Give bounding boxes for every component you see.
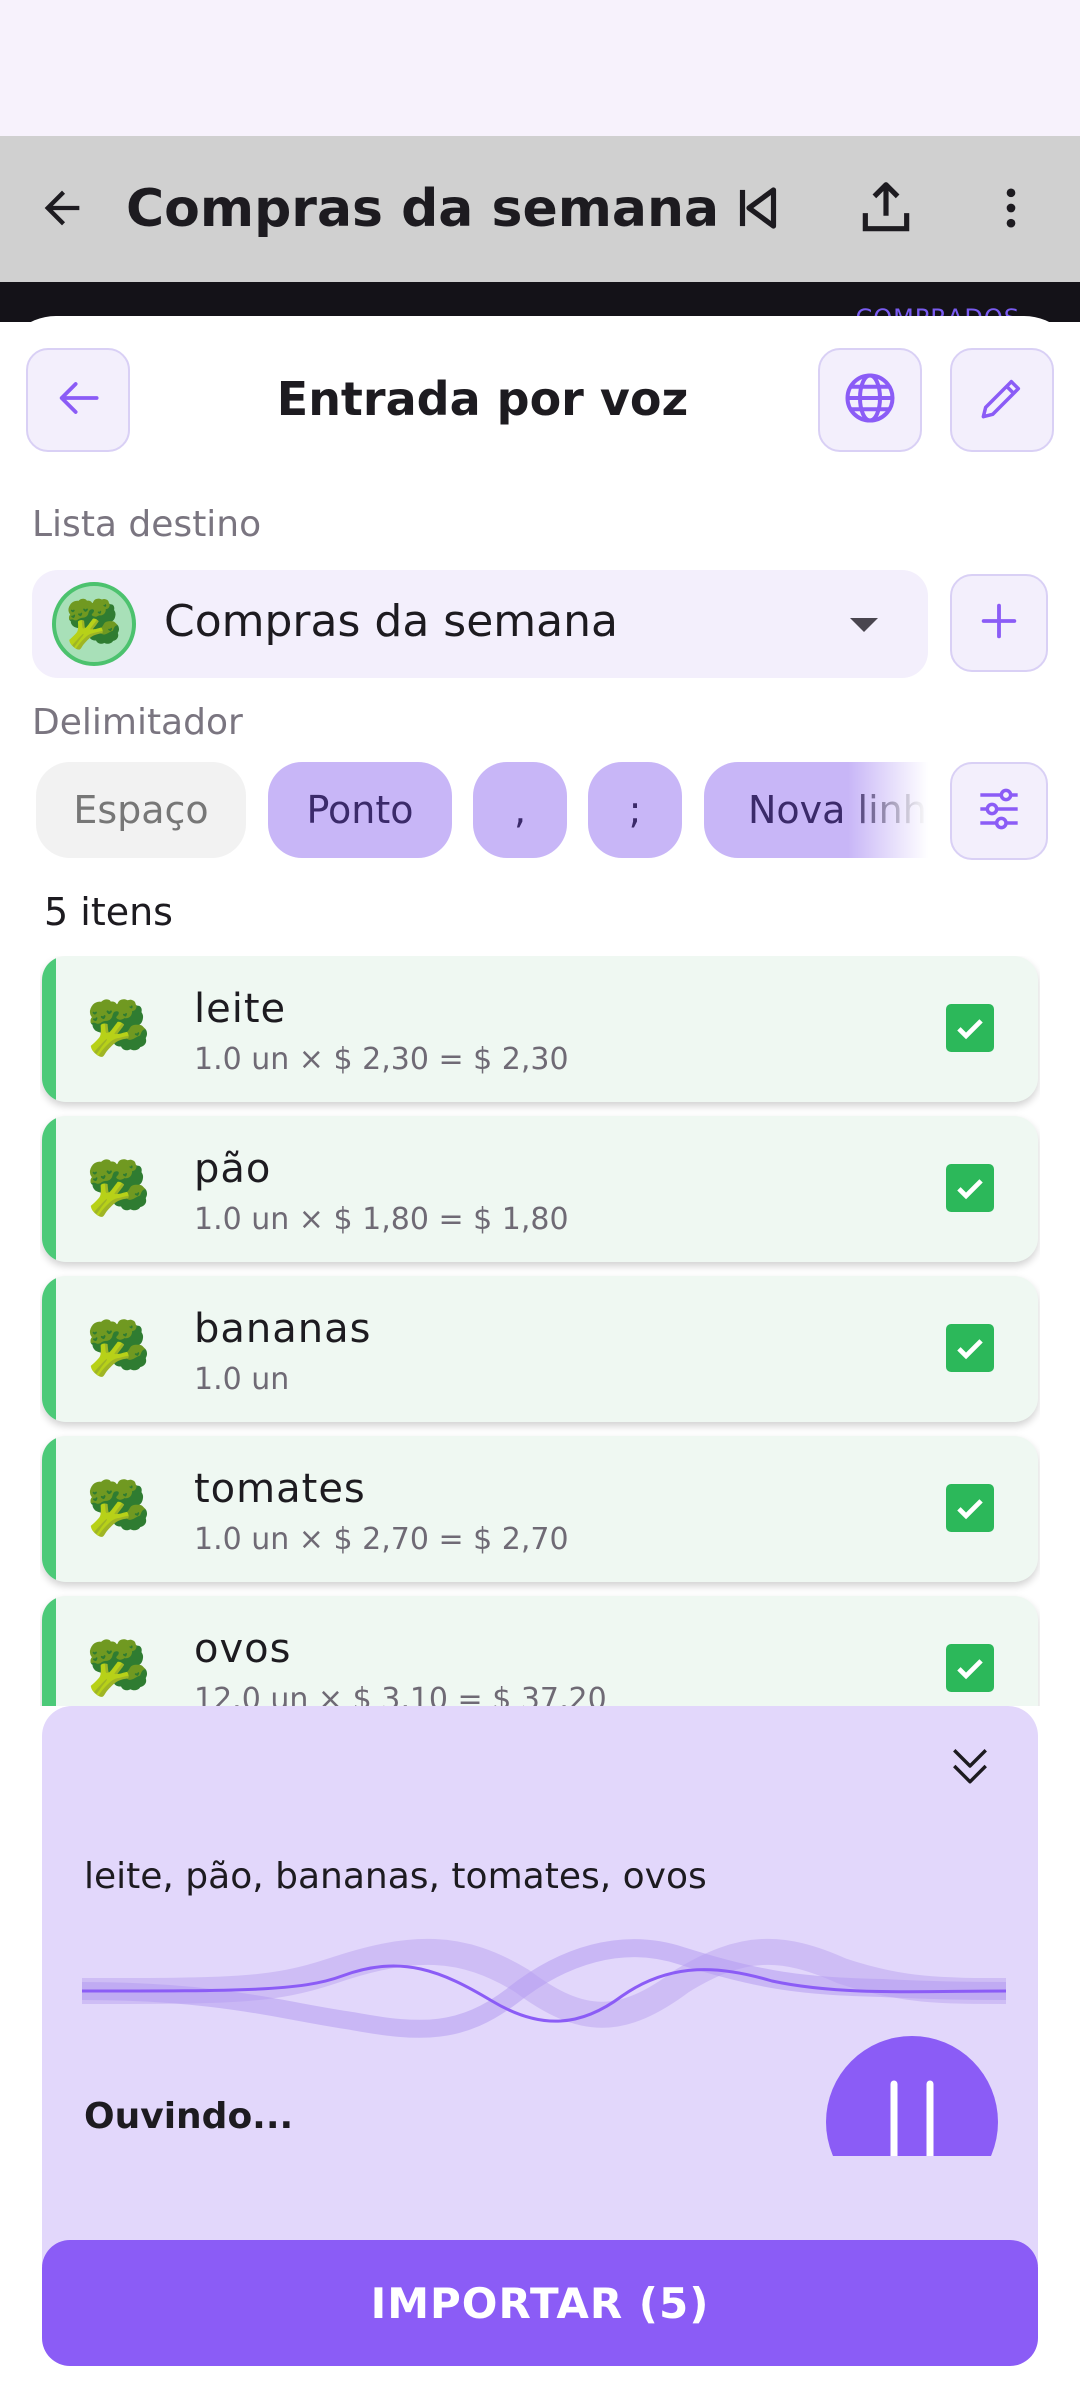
target-list-label: Lista destino [32,504,262,545]
delimiter-settings-button[interactable] [950,762,1048,860]
list-item[interactable]: 🥦 pão 1.0 un × $ 1,80 = $ 1,80 [42,1116,1038,1262]
item-detail: 1.0 un × $ 1,80 = $ 1,80 [194,1202,569,1237]
collapse-button[interactable] [938,1736,1002,1800]
item-checkbox[interactable] [946,1004,994,1052]
item-accent-bar [42,1596,56,1706]
item-icon: 🥦 [86,1639,151,1699]
skip-previous-icon[interactable] [722,172,794,244]
add-list-button[interactable] [950,574,1048,672]
dropdown-caret-icon [850,618,878,632]
item-accent-bar [42,1116,56,1262]
share-icon[interactable] [850,172,922,244]
status-bar [0,0,1080,136]
delimiter-label: Delimitador [32,702,243,743]
voice-waveform [82,1938,1006,2038]
chip-new-line[interactable]: Nova linha [704,762,928,858]
item-checkbox[interactable] [946,1484,994,1532]
item-detail: 1.0 un × $ 2,70 = $ 2,70 [194,1522,569,1557]
item-icon: 🥦 [86,999,151,1059]
item-accent-bar [42,956,56,1102]
chip-semicolon[interactable]: ; [588,762,682,858]
voice-transcript: leite, pão, bananas, tomates, ovos [84,1856,707,1897]
globe-icon [840,368,900,432]
item-detail: 1.0 un × $ 2,30 = $ 2,30 [194,1042,569,1077]
list-item[interactable]: 🥦 tomates 1.0 un × $ 2,70 = $ 2,70 [42,1436,1038,1582]
item-checkbox[interactable] [946,1644,994,1692]
list-item[interactable]: 🥦 bananas 1.0 un [42,1276,1038,1422]
item-name: bananas [194,1306,372,1352]
item-accent-bar [42,1436,56,1582]
chip-space[interactable]: Espaço [36,762,246,858]
item-detail: 12.0 un × $ 3,10 = $ 37,20 [194,1682,607,1706]
import-button[interactable]: IMPORTAR (5) [42,2240,1038,2366]
sliders-icon [971,781,1027,841]
item-icon: 🥦 [86,1319,151,1379]
list-avatar: 🥦 [52,582,136,666]
chip-period[interactable]: Ponto [268,762,452,858]
item-accent-bar [42,1276,56,1422]
item-count: 5 itens [44,890,173,934]
item-name: tomates [194,1466,366,1512]
item-name: pão [194,1146,272,1192]
target-list-dropdown[interactable]: 🥦 Compras da semana [32,570,928,678]
item-detail: 1.0 un [194,1362,290,1397]
back-arrow-icon[interactable] [30,176,94,240]
list-item[interactable]: 🥦 ovos 12.0 un × $ 3,10 = $ 37,20 [42,1596,1038,1706]
app-bar: Compras da semana [0,136,1080,282]
item-name: leite [194,986,287,1032]
parsed-items-list: 🥦 leite 1.0 un × $ 2,30 = $ 2,30 🥦 pão 1… [40,956,1040,1706]
more-vert-icon[interactable] [975,172,1047,244]
item-checkbox[interactable] [946,1324,994,1372]
plus-icon [976,598,1022,648]
listening-status: Ouvindo... [84,2096,294,2137]
item-name: ovos [194,1626,292,1672]
list-item[interactable]: 🥦 leite 1.0 un × $ 2,30 = $ 2,30 [42,956,1038,1102]
item-icon: 🥦 [86,1159,151,1219]
language-button[interactable] [818,348,922,452]
voice-input-sheet: Entrada por voz Lista destino 🥦 Compras … [0,316,1080,2400]
chip-comma[interactable]: , [473,762,567,858]
double-chevron-down-icon [943,1739,997,1797]
item-icon: 🥦 [86,1479,151,1539]
edit-button[interactable] [950,348,1054,452]
delimiter-chips: Espaço Ponto , ; Nova linha [36,762,928,860]
app-bar-title: Compras da semana [126,179,720,239]
pencil-icon [974,370,1030,430]
target-list-value: Compras da semana [164,596,618,647]
voice-panel: leite, pão, bananas, tomates, ovos Ouvin… [42,1706,1038,2208]
item-checkbox[interactable] [946,1164,994,1212]
